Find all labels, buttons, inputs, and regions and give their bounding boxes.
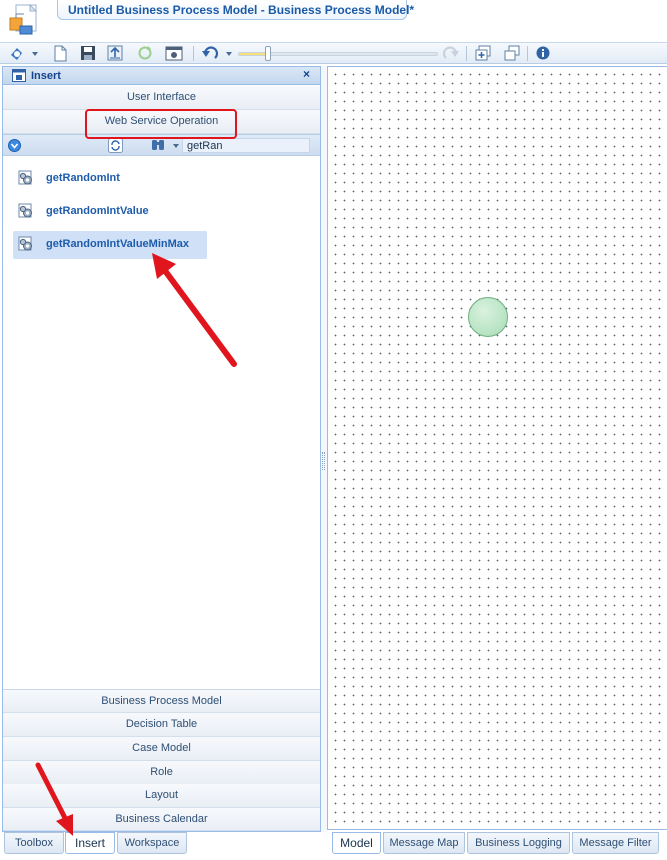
toolbar-separator [193,46,194,61]
section-label: Business Process Model [101,695,222,707]
document-tab[interactable]: Untitled Business Process Model - Busine… [57,0,414,20]
section-label: Decision Table [125,718,198,730]
tab-label: Business Logging [475,837,562,849]
toolbar-separator [527,46,528,61]
window-title: Untitled Business Process Model - Busine… [68,3,415,17]
binoculars-icon[interactable] [151,138,181,153]
main-toolbar [0,42,667,64]
redo-icon[interactable] [443,45,459,62]
start-event[interactable] [468,297,508,337]
tab-toolbox[interactable]: Toolbox [4,832,64,854]
export-icon[interactable] [107,45,123,62]
section-decision-table[interactable]: Decision Table [3,713,320,737]
annotation-highlight-box [85,109,237,139]
operation-item-getrandomint[interactable]: getRandomInt [13,165,207,193]
undo-icon[interactable] [201,45,235,62]
tab-message-filter[interactable]: Message Filter [572,832,659,854]
web-service-operation-icon [18,203,32,218]
cascade-window-icon[interactable] [504,45,520,62]
operation-label: getRandomIntValueMinMax [46,238,190,250]
close-icon[interactable]: × [303,67,310,81]
add-window-icon[interactable] [475,45,491,62]
tab-business-logging[interactable]: Business Logging [467,832,570,854]
filter-input[interactable] [182,138,310,153]
section-business-process-model[interactable]: Business Process Model [3,689,320,713]
navigate-icon[interactable] [8,45,38,62]
tab-label: Model [340,836,373,850]
tab-workspace[interactable]: Workspace [117,832,187,854]
web-service-operation-icon [18,170,32,185]
model-canvas[interactable] [327,66,667,830]
new-document-icon[interactable] [52,45,68,62]
insert-panel: Insert × User Interface Web Service Oper… [2,66,321,832]
operation-item-getrandomintvalueminmax[interactable]: getRandomIntValueMinMax [13,231,207,259]
web-service-operation-icon [18,236,32,251]
title-bar: Untitled Business Process Model - Busine… [0,0,667,42]
insert-panel-icon [12,69,26,82]
expand-icon[interactable] [8,139,21,152]
toolbar-separator [466,46,467,61]
section-case-model[interactable]: Case Model [3,737,320,761]
tab-insert[interactable]: Insert [65,832,115,854]
operation-label: getRandomInt [46,172,120,184]
section-label: User Interface [126,91,197,103]
preview-icon[interactable] [165,45,183,62]
panel-header: Insert × [3,67,320,85]
tab-label: Insert [74,836,105,850]
save-icon[interactable] [80,45,96,62]
section-label: Layout [144,789,179,801]
section-label: Business Calendar [115,813,208,825]
app-icon [9,4,38,35]
tab-label: Message Map [389,837,459,849]
section-label: Role [150,766,173,778]
section-role[interactable]: Role [3,761,320,785]
splitter-grip[interactable] [322,452,325,470]
section-layout[interactable]: Layout [3,784,320,808]
tab-label: Workspace [124,837,180,849]
tab-message-map[interactable]: Message Map [383,832,465,854]
panel-title: Insert [31,70,61,82]
tab-model[interactable]: Model [332,832,381,854]
zoom-slider-handle[interactable] [265,46,271,61]
section-user-interface[interactable]: User Interface [3,86,320,110]
info-icon[interactable] [535,45,551,62]
refresh-icon[interactable] [137,45,153,62]
operation-item-getrandomintvalue[interactable]: getRandomIntValue [13,198,207,226]
tab-label: Toolbox [15,837,53,849]
sync-icon[interactable] [108,138,123,153]
tab-label: Message Filter [579,837,652,849]
operation-label: getRandomIntValue [46,205,149,217]
section-label: Case Model [132,742,191,754]
section-business-calendar[interactable]: Business Calendar [3,808,320,831]
